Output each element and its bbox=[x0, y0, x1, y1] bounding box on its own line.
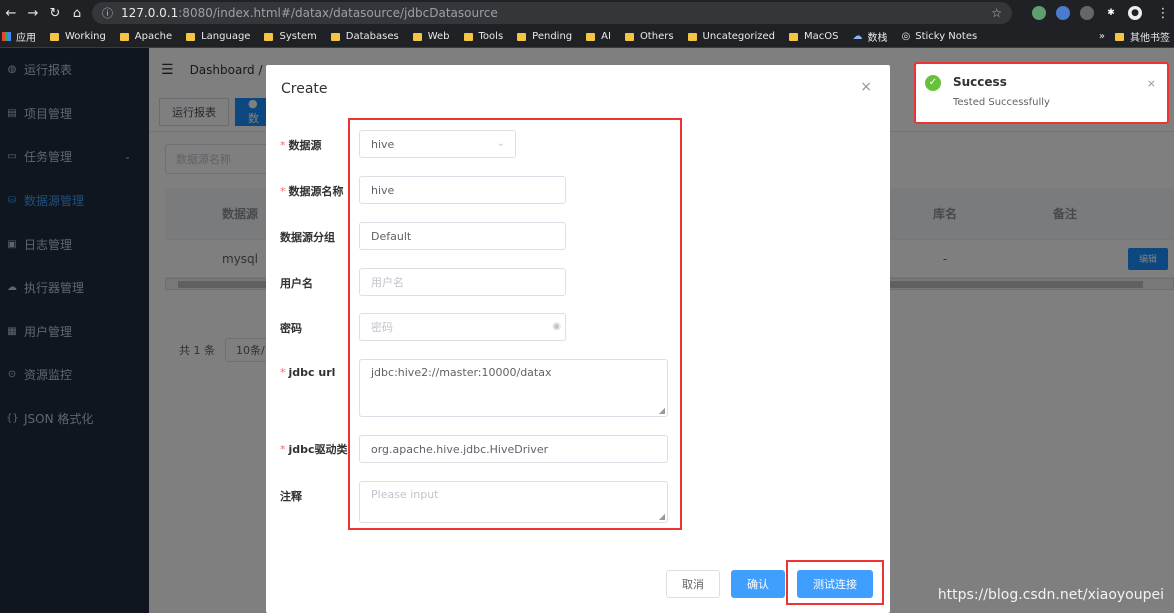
folder-icon bbox=[264, 32, 274, 41]
datasource-group-label: 数据源分组 bbox=[280, 231, 335, 244]
forward-icon[interactable]: → bbox=[22, 6, 44, 21]
bookmark-star-icon[interactable]: ☆ bbox=[991, 6, 1002, 20]
bookmark-uncategorized[interactable]: Uncategorized bbox=[687, 31, 775, 42]
extension-icon[interactable] bbox=[1032, 6, 1046, 20]
url-host: 127.0.0.1 bbox=[121, 6, 179, 20]
jdbc-url-textarea[interactable]: jdbc:hive2://master:10000/datax ◢ bbox=[359, 359, 668, 417]
folder-icon bbox=[1115, 32, 1124, 41]
check-circle-icon: ✓ bbox=[925, 75, 941, 91]
bookmark-sticky-notes[interactable]: ◎ Sticky Notes bbox=[902, 31, 978, 42]
required-mark: * bbox=[280, 366, 286, 379]
resize-handle-icon[interactable]: ◢ bbox=[659, 406, 665, 415]
folder-icon bbox=[412, 32, 422, 41]
chevron-down-icon: ⌄ bbox=[496, 138, 505, 149]
comment-label: 注释 bbox=[280, 490, 302, 503]
datasource-select[interactable]: hive ⌄ bbox=[359, 130, 516, 158]
apps-icon bbox=[2, 32, 11, 41]
bookmark-working[interactable]: Working bbox=[50, 31, 106, 42]
close-icon[interactable]: × bbox=[860, 79, 872, 95]
bookmark-macos[interactable]: MacOS bbox=[789, 31, 839, 42]
datasource-group-input[interactable]: Default bbox=[359, 222, 566, 250]
menu-icon[interactable]: ⋮ bbox=[1152, 6, 1174, 21]
bookmark-other[interactable]: 其他书签 bbox=[1115, 29, 1170, 44]
password-label: 密码 bbox=[280, 322, 302, 335]
folder-icon bbox=[789, 32, 799, 41]
folder-icon bbox=[687, 32, 697, 41]
confirm-button[interactable]: 确认 bbox=[731, 570, 785, 598]
bookmark-system[interactable]: System bbox=[264, 31, 317, 42]
jdbc-url-label: * jdbc url bbox=[280, 366, 336, 379]
bookmark-apps[interactable]: 应用 bbox=[2, 29, 36, 44]
password-input[interactable]: 密码 ◉ bbox=[359, 313, 566, 341]
globe-icon: ◎ bbox=[901, 31, 911, 42]
back-icon[interactable]: ← bbox=[0, 6, 22, 21]
site-info-icon[interactable]: ⓘ bbox=[102, 5, 113, 21]
folder-icon bbox=[186, 32, 196, 41]
dialog-title: Create bbox=[281, 81, 328, 97]
test-connection-button[interactable]: 测试连接 bbox=[797, 570, 873, 598]
bookmark-web[interactable]: Web bbox=[412, 31, 450, 42]
eye-icon[interactable]: ◉ bbox=[552, 321, 561, 332]
folder-icon bbox=[586, 32, 596, 41]
watermark: https://blog.csdn.net/xiaoyoupei bbox=[937, 587, 1164, 603]
bookmark-others[interactable]: Others bbox=[624, 31, 674, 42]
bookmark-pending[interactable]: Pending bbox=[517, 31, 572, 42]
folder-icon bbox=[624, 32, 634, 41]
bookmark-tools[interactable]: Tools bbox=[463, 31, 503, 42]
close-icon[interactable]: × bbox=[1147, 77, 1156, 90]
folder-icon bbox=[50, 32, 59, 41]
bookmark-shuzhan[interactable]: ☁ 数栈 bbox=[853, 29, 888, 44]
bookmark-apache[interactable]: Apache bbox=[119, 31, 172, 42]
required-mark: * bbox=[280, 443, 286, 456]
username-input[interactable]: 用户名 bbox=[359, 268, 566, 296]
username-label: 用户名 bbox=[280, 277, 313, 290]
translate-icon[interactable] bbox=[1056, 6, 1070, 20]
url-path: :8080/index.html#/datax/datasource/jdbcD… bbox=[178, 6, 498, 20]
profile-icon[interactable]: ● bbox=[1128, 6, 1142, 20]
required-mark: * bbox=[280, 185, 286, 198]
notification-message: Tested Successfully bbox=[953, 97, 1050, 108]
bookmark-language[interactable]: Language bbox=[186, 31, 250, 42]
notification-title: Success bbox=[953, 75, 1007, 89]
more-bookmarks-icon[interactable]: » bbox=[1099, 31, 1105, 42]
puzzle-icon[interactable]: ✱ bbox=[1104, 6, 1118, 20]
create-dialog: Create × * 数据源 hive ⌄ * 数据源名称 hive 数据源分组 D… bbox=[266, 65, 890, 613]
cloud-icon: ☁ bbox=[852, 31, 863, 42]
jdbc-driver-input[interactable]: org.apache.hive.jdbc.HiveDriver bbox=[359, 435, 668, 463]
folder-icon bbox=[517, 32, 527, 41]
comment-textarea[interactable]: Please input ◢ bbox=[359, 481, 668, 523]
folder-icon bbox=[330, 32, 340, 41]
home-icon[interactable]: ⌂ bbox=[66, 6, 88, 21]
address-bar[interactable]: ⓘ 127.0.0.1 :8080/index.html#/datax/data… bbox=[92, 2, 1012, 24]
bookmark-ai[interactable]: AI bbox=[586, 31, 611, 42]
datasource-label: * 数据源 bbox=[280, 139, 322, 152]
folder-icon bbox=[463, 32, 473, 41]
datasource-name-label: * 数据源名称 bbox=[280, 185, 344, 198]
bookmarks-bar: 应用 Working Apache Language System Databa… bbox=[0, 26, 1174, 48]
bookmark-databases[interactable]: Databases bbox=[330, 31, 399, 42]
success-notification: ✓ Success Tested Successfully × bbox=[914, 62, 1169, 124]
reload-icon[interactable]: ↻ bbox=[44, 6, 66, 21]
extension-icon[interactable] bbox=[1080, 6, 1094, 20]
folder-icon bbox=[119, 32, 129, 41]
resize-handle-icon[interactable]: ◢ bbox=[659, 512, 665, 521]
datasource-name-input[interactable]: hive bbox=[359, 176, 566, 204]
required-mark: * bbox=[280, 139, 286, 152]
browser-toolbar: ← → ↻ ⌂ ⓘ 127.0.0.1 :8080/index.html#/da… bbox=[0, 0, 1174, 26]
jdbc-driver-label: * jdbc驱动类 bbox=[280, 443, 348, 456]
cancel-button[interactable]: 取消 bbox=[666, 570, 720, 598]
